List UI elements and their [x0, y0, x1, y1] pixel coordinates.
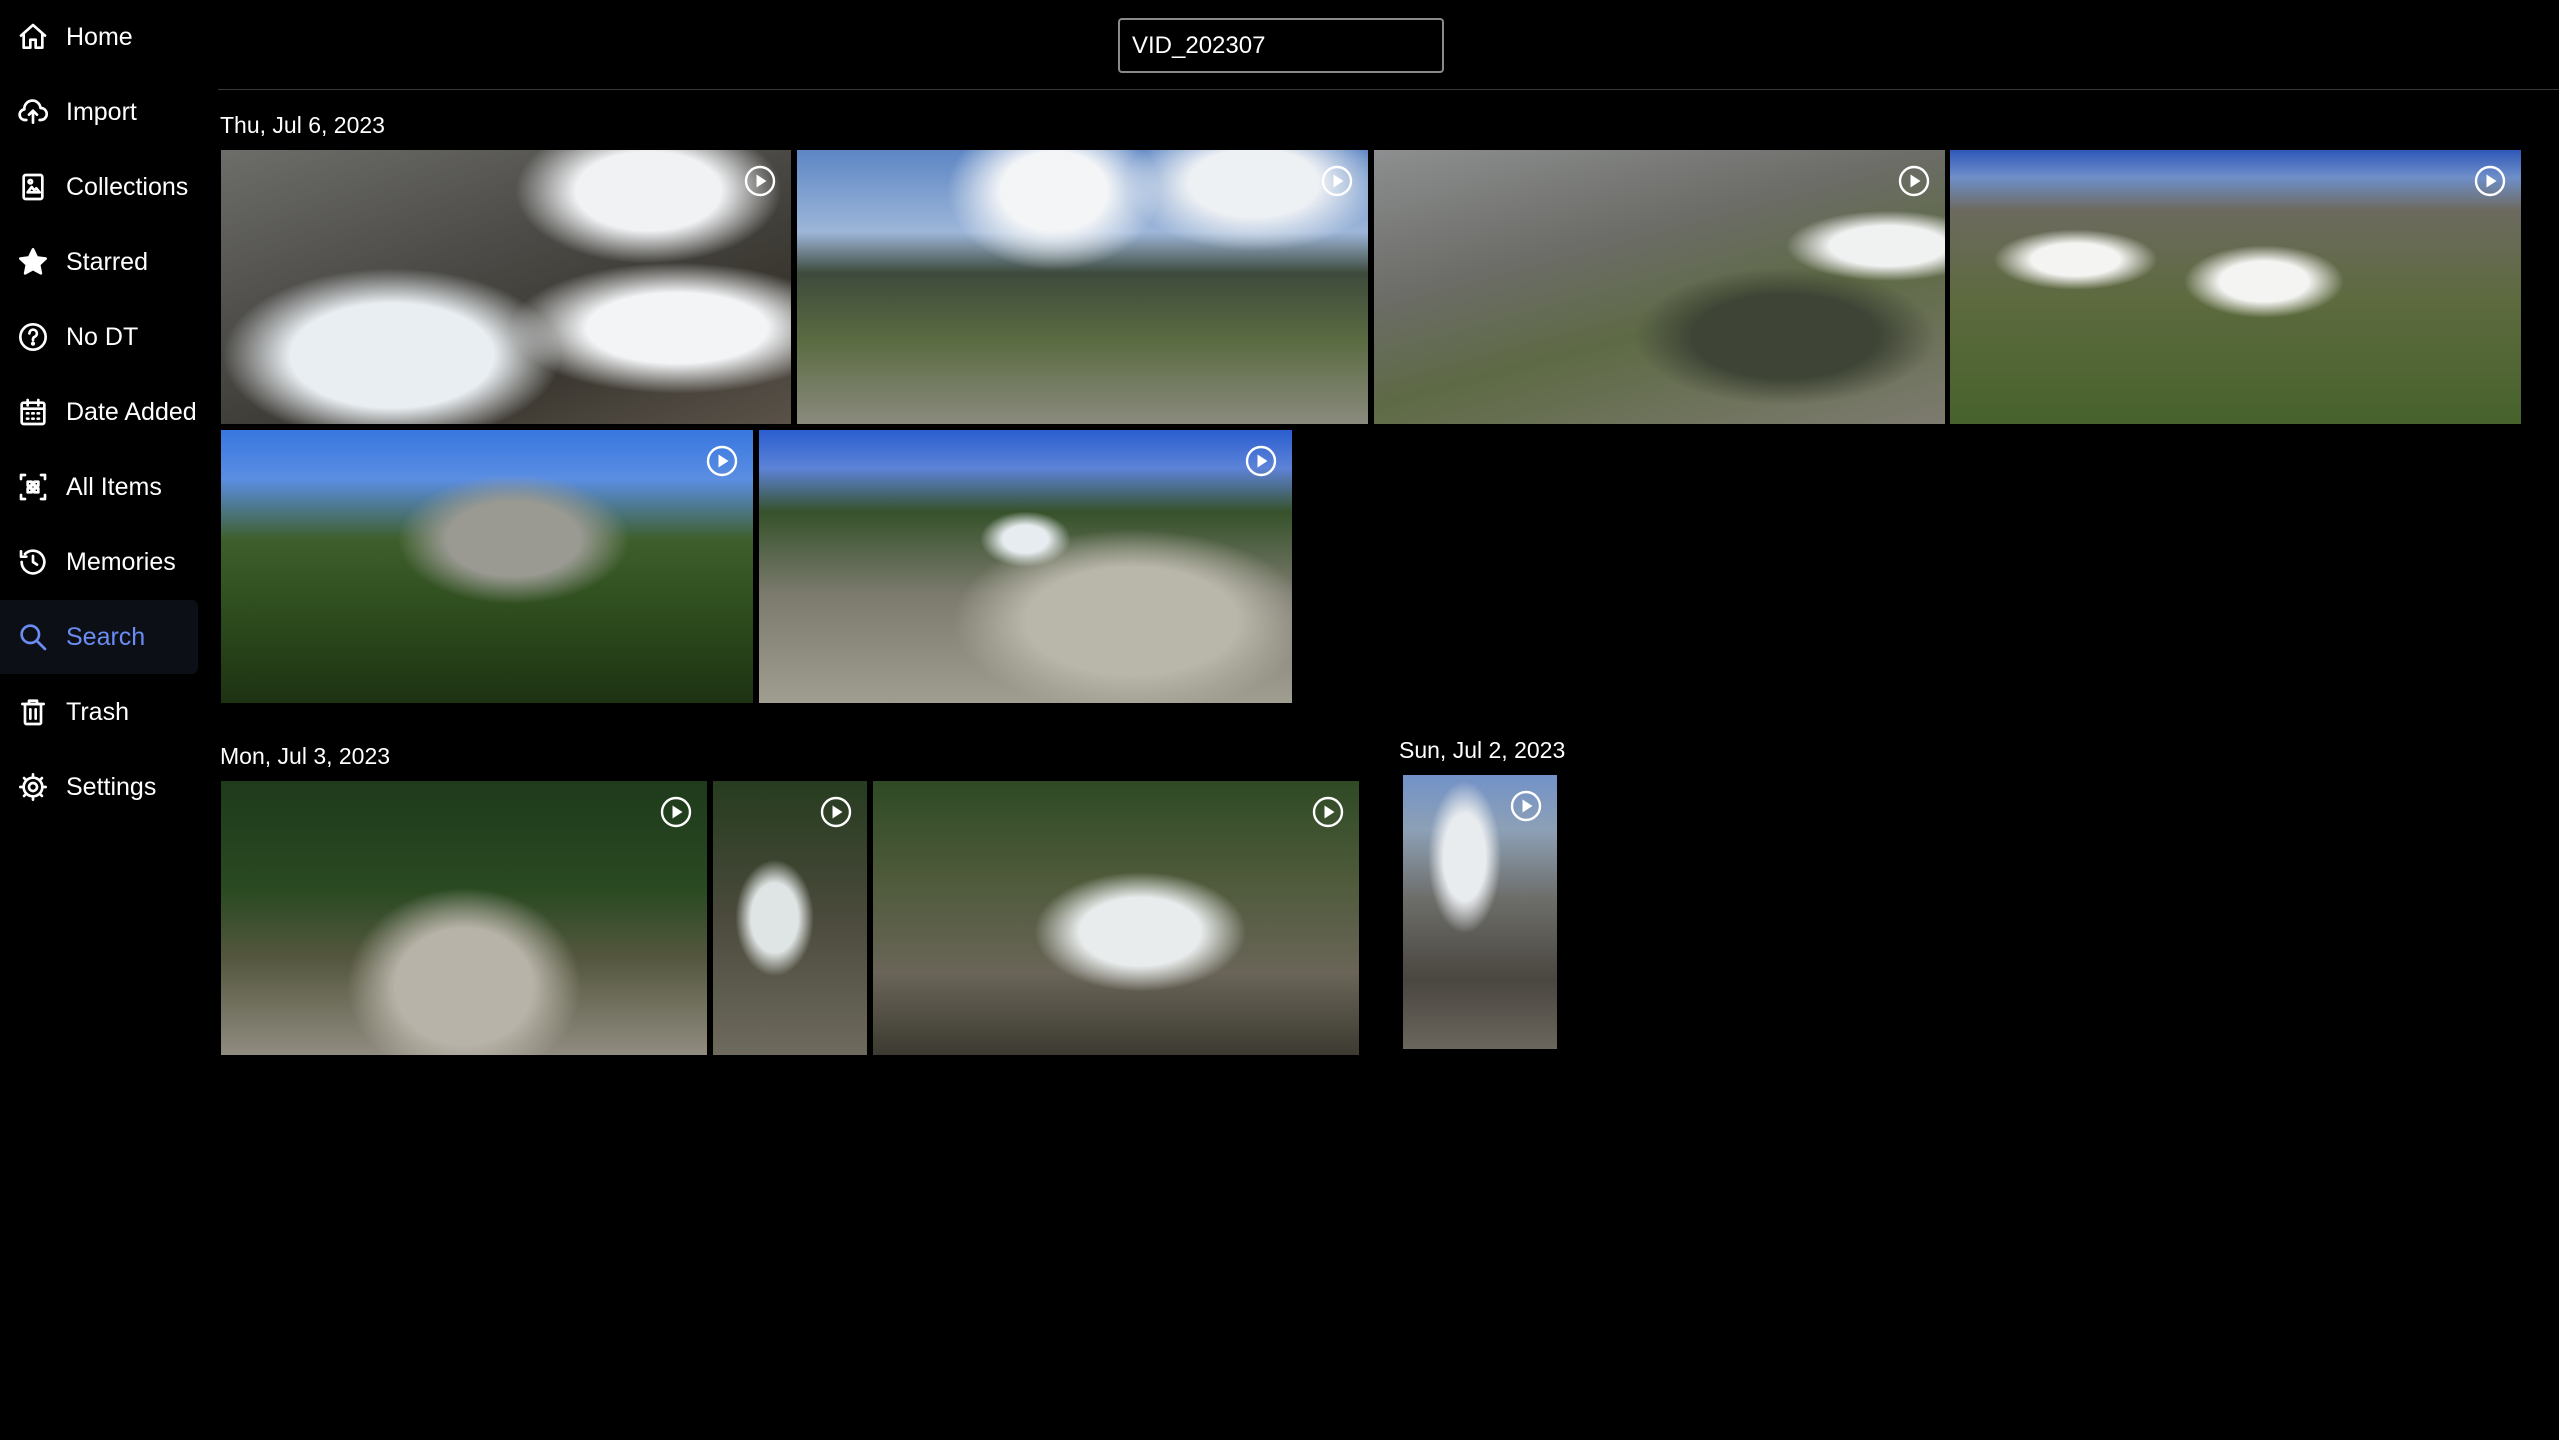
group-date-label: Thu, Jul 6, 2023 — [220, 112, 385, 138]
sidebar-item-label: Settings — [66, 772, 157, 801]
sidebar-item-all-items[interactable]: All Items — [0, 450, 198, 524]
sidebar-item-label: Date Added — [66, 397, 197, 426]
video-thumbnail[interactable] — [1374, 150, 1945, 424]
sidebar-item-trash[interactable]: Trash — [0, 675, 198, 749]
home-icon — [16, 20, 50, 54]
group-date-label: Sun, Jul 2, 2023 — [1399, 737, 1566, 763]
app-window: Home Import Collections Starred No DT Da… — [0, 0, 2559, 1440]
sidebar-item-date-added[interactable]: Date Added — [0, 375, 198, 449]
sidebar-item-label: Trash — [66, 697, 129, 726]
play-circle-icon — [1320, 164, 1354, 198]
search-input[interactable] — [1118, 18, 1444, 73]
collections-icon — [16, 170, 50, 204]
video-thumbnail[interactable] — [221, 430, 753, 703]
play-circle-icon — [1311, 795, 1345, 829]
sidebar-item-search[interactable]: Search — [0, 600, 198, 674]
star-icon — [16, 245, 50, 279]
sidebar-item-label: Home — [66, 22, 133, 51]
grid-icon — [16, 470, 50, 504]
group-date-label: Mon, Jul 3, 2023 — [220, 743, 391, 769]
history-icon — [16, 545, 50, 579]
video-thumbnail[interactable] — [759, 430, 1292, 703]
video-thumbnail[interactable] — [221, 150, 791, 424]
top-bar — [218, 0, 2559, 90]
sidebar-item-starred[interactable]: Starred — [0, 225, 198, 299]
sidebar-item-home[interactable]: Home — [0, 0, 198, 74]
sidebar-item-memories[interactable]: Memories — [0, 525, 198, 599]
sidebar-item-label: No DT — [66, 322, 139, 351]
video-thumbnail[interactable] — [221, 781, 707, 1055]
calendar-icon — [16, 395, 50, 429]
sidebar-item-no-dt[interactable]: No DT — [0, 300, 198, 374]
sidebar-item-settings[interactable]: Settings — [0, 750, 198, 824]
play-circle-icon — [2473, 164, 2507, 198]
search-icon — [16, 620, 50, 654]
gear-icon — [16, 770, 50, 804]
video-thumbnail[interactable] — [1403, 775, 1557, 1049]
play-circle-icon — [819, 795, 853, 829]
play-circle-icon — [743, 164, 777, 198]
play-circle-icon — [1509, 789, 1543, 823]
play-circle-icon — [1897, 164, 1931, 198]
video-thumbnail[interactable] — [1950, 150, 2521, 424]
video-thumbnail[interactable] — [713, 781, 867, 1055]
play-circle-icon — [1244, 444, 1278, 478]
play-circle-icon — [659, 795, 693, 829]
sidebar-item-collections[interactable]: Collections — [0, 150, 198, 224]
sidebar-item-label: Collections — [66, 172, 189, 201]
sidebar-item-label: Memories — [66, 547, 176, 576]
sidebar-item-label: Search — [66, 622, 146, 651]
trash-icon — [16, 695, 50, 729]
sidebar-item-label: Import — [66, 97, 137, 126]
play-circle-icon — [705, 444, 739, 478]
sidebar-item-import[interactable]: Import — [0, 75, 198, 149]
sidebar-item-label: Starred — [66, 247, 148, 276]
cloud-upload-icon — [16, 95, 50, 129]
sidebar: Home Import Collections Starred No DT Da… — [0, 0, 200, 1440]
question-circle-icon — [16, 320, 50, 354]
video-thumbnail[interactable] — [797, 150, 1368, 424]
video-thumbnail[interactable] — [873, 781, 1359, 1055]
sidebar-item-label: All Items — [66, 472, 162, 501]
